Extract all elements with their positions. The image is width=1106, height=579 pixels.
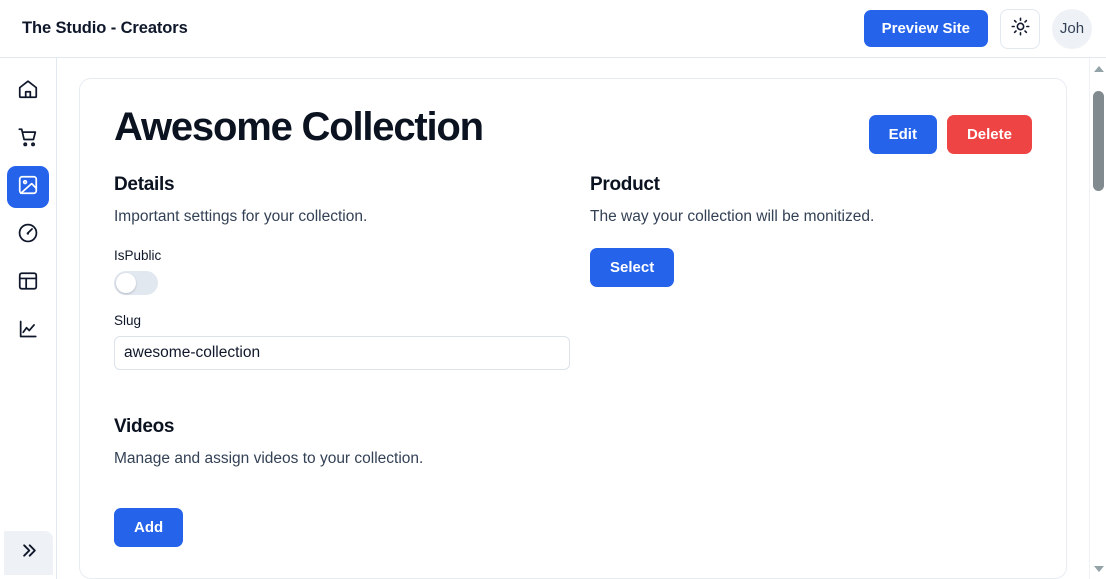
home-icon [17,78,39,105]
videos-title: Videos [114,416,175,437]
toggle-knob [116,273,136,293]
caret-down-icon [1093,565,1104,572]
sidebar-expand-button[interactable] [4,531,53,575]
product-section: Product The way your collection will be … [590,174,1032,370]
page-title: Awesome Collection [114,105,484,149]
content-scroll-region: Awesome Collection Edit Delete Details I… [57,58,1089,579]
line-chart-icon [17,318,39,345]
add-video-button[interactable]: Add [114,508,184,547]
preview-site-button[interactable]: Preview Site [863,10,988,47]
scrollbar-thumb[interactable] [1093,91,1104,191]
shopping-cart-icon [17,126,39,153]
app-window: The Studio - Creators Preview Site Joh A… [0,0,1106,579]
double-chevron-right-icon [19,541,38,565]
card-header: Awesome Collection Edit Delete [114,105,1032,154]
app-title: The Studio - Creators [22,19,188,37]
image-icon [17,174,39,201]
sidebar-item-pages[interactable] [7,262,49,304]
details-title: Details [114,174,175,195]
card-header-actions: Edit Delete [868,105,1032,154]
header-actions: Preview Site Joh [863,8,1092,49]
theme-toggle-button[interactable] [1000,8,1040,49]
edit-button[interactable]: Edit [868,115,937,154]
sidebar-item-collections[interactable] [7,166,49,208]
details-description: Important settings for your collection. [114,208,368,225]
sidebar-item-home[interactable] [7,70,49,112]
vertical-scrollbar[interactable] [1089,58,1106,579]
user-avatar[interactable]: Joh [1052,8,1092,49]
sidebar-nav [0,58,57,579]
videos-description: Manage and assign videos to your collect… [114,450,424,467]
caret-up-icon [1093,65,1104,72]
select-product-button[interactable]: Select [590,248,675,287]
top-header: The Studio - Creators Preview Site Joh [0,0,1106,58]
avatar-initials: Joh [1059,20,1085,37]
videos-section: Videos Manage and assign videos to your … [114,416,1032,547]
slug-input[interactable] [114,336,570,370]
gauge-icon [17,222,39,249]
sun-icon [1010,16,1030,41]
sections-row: Details Important settings for your coll… [114,174,1032,370]
details-section: Details Important settings for your coll… [114,174,570,370]
product-description: The way your collection will be monitize… [590,208,875,225]
app-body: Awesome Collection Edit Delete Details I… [0,58,1106,579]
scroll-up-button[interactable] [1090,60,1106,77]
delete-button[interactable]: Delete [946,115,1032,154]
is-public-label: IsPublic [114,248,162,263]
sidebar-item-performance[interactable] [7,214,49,256]
product-title: Product [590,174,660,195]
sidebar-item-store[interactable] [7,118,49,160]
sidebar-item-analytics[interactable] [7,310,49,352]
slug-label: Slug [114,313,142,328]
content-area: Awesome Collection Edit Delete Details I… [57,58,1106,579]
is-public-toggle[interactable] [114,271,158,295]
collection-detail-card: Awesome Collection Edit Delete Details I… [79,78,1067,579]
layout-dashboard-icon [17,270,39,297]
scroll-down-button[interactable] [1090,560,1106,577]
